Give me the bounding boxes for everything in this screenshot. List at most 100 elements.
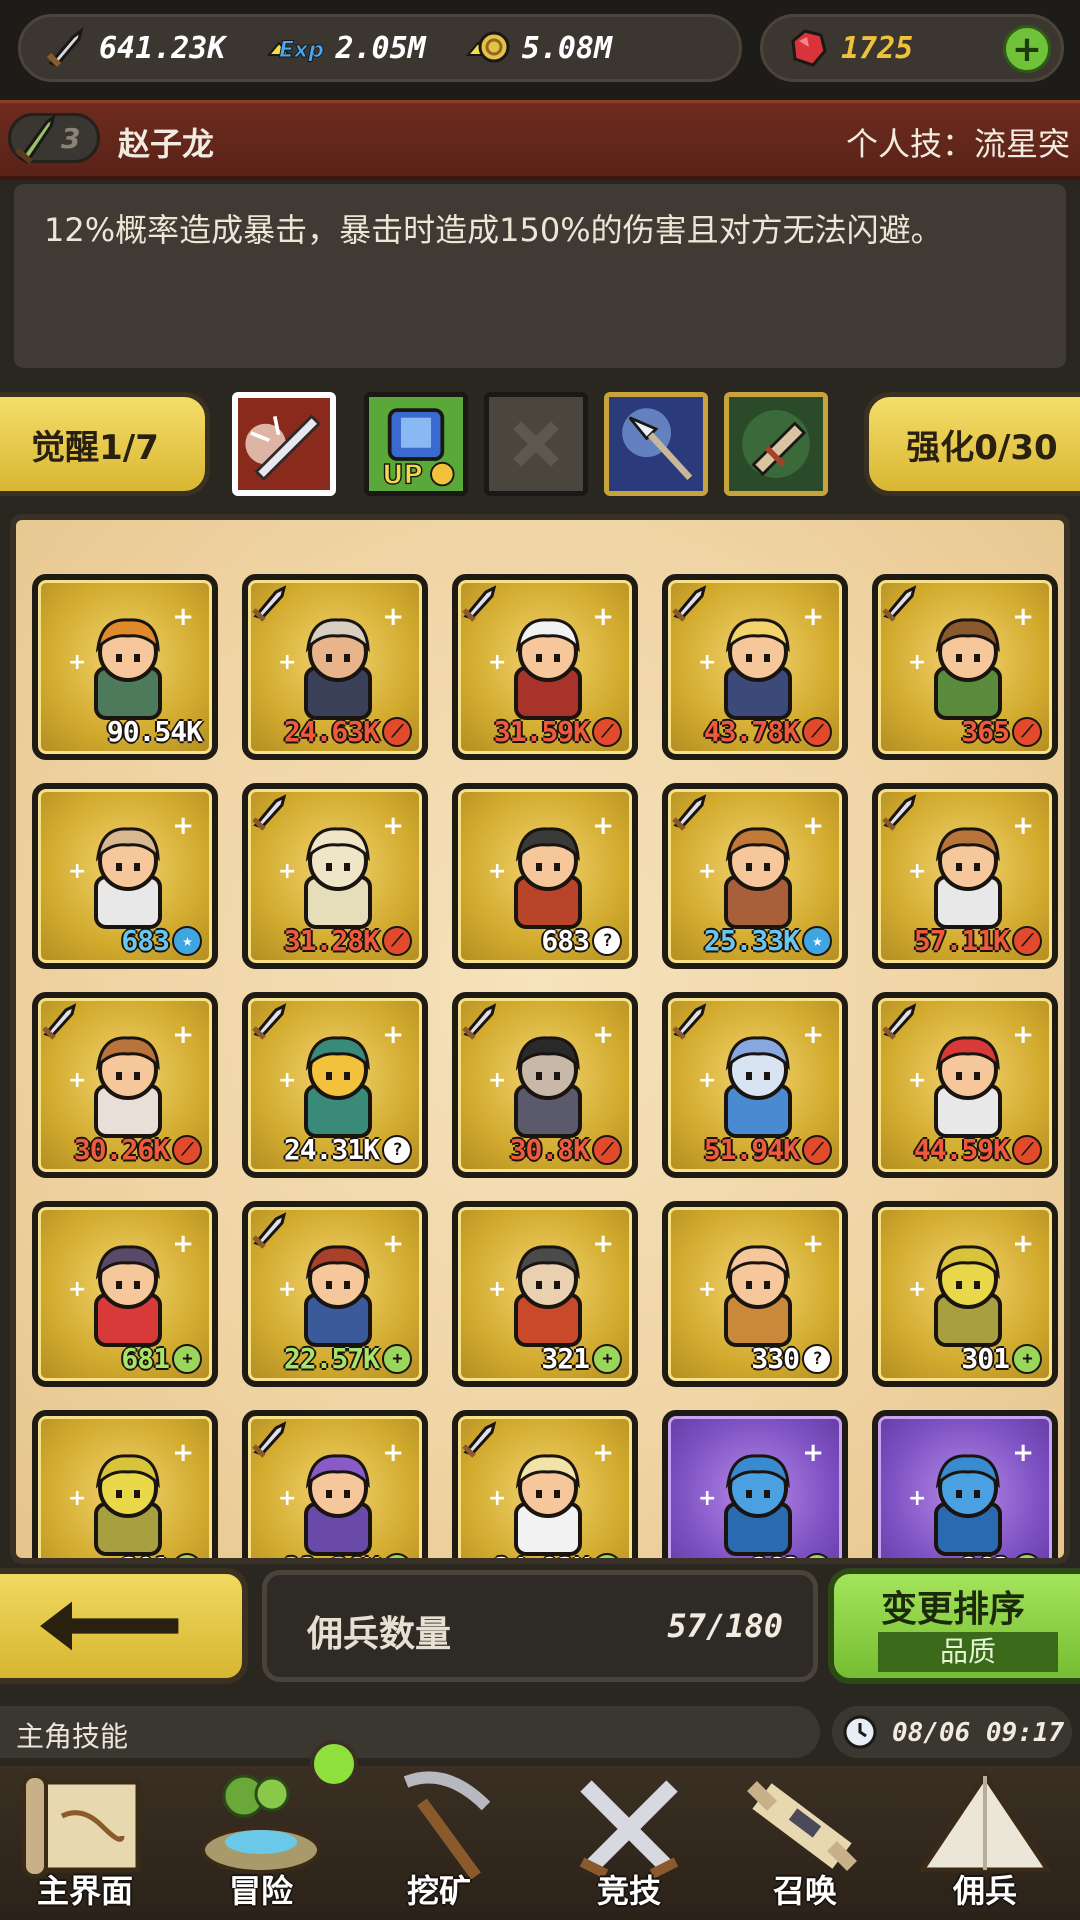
- hero-power: 301+: [121, 1551, 202, 1558]
- nav-mining[interactable]: 挖矿: [354, 1766, 524, 1920]
- hero-power: 681 +: [121, 1342, 202, 1375]
- nav-label: 佣兵: [952, 1872, 1017, 1910]
- back-arrow-icon: [40, 1601, 179, 1651]
- hero-card[interactable]: + +683 ★: [32, 783, 218, 969]
- hero-power: 24.63K ⟋: [284, 715, 412, 748]
- hero-card[interactable]: + +24.31K?: [242, 992, 428, 1178]
- gold-resource: 5.08M: [465, 25, 612, 71]
- hero-portrait: [304, 1454, 372, 1556]
- hero-card[interactable]: + +90.54K: [32, 574, 218, 760]
- plus-badge-icon: +: [382, 1552, 412, 1558]
- meteor-strike-icon: [238, 398, 330, 490]
- sword-badge-icon: ⟋: [592, 1134, 622, 1165]
- nav-label: 挖矿: [406, 1872, 471, 1910]
- skill-slot-meteor[interactable]: [232, 392, 336, 496]
- hero-power: 31.59K ⟋: [494, 715, 622, 748]
- hero-card[interactable]: + +44.59K ⟋: [872, 992, 1058, 1178]
- notification-dot: [310, 1740, 358, 1788]
- back-button[interactable]: [0, 1568, 248, 1684]
- sparkle-icon: +: [802, 602, 824, 632]
- hero-power-value: 321: [541, 1342, 590, 1375]
- hero-portrait: [724, 1036, 792, 1138]
- hero-card[interactable]: ++301+: [872, 1201, 1058, 1387]
- hero-card[interactable]: ++24.93K+: [452, 1410, 638, 1558]
- nav-label: 召唤: [772, 1872, 837, 1910]
- hero-portrait: [724, 1245, 792, 1347]
- hero-card[interactable]: ++22.36K+: [242, 1410, 428, 1558]
- hero-power-value: 683: [121, 924, 170, 957]
- hero-card[interactable]: + +31.28K ⟋: [242, 783, 428, 969]
- hero-power: 43.78K ⟋: [704, 715, 832, 748]
- hero-card[interactable]: + +683?: [452, 783, 638, 969]
- clock-time: 08/06 09:17: [892, 1718, 1065, 1748]
- clock-icon: [843, 1715, 877, 1749]
- sword-icon: [46, 27, 84, 68]
- plus-badge-icon: +: [172, 1343, 202, 1374]
- resource-group: 641.23K Exp 2.05M 5.08M: [18, 14, 742, 82]
- hero-power: 365 ⟋: [961, 715, 1042, 748]
- awaken-button[interactable]: 觉醒1/7: [0, 392, 210, 496]
- hero-card[interactable]: + +24.63K ⟋: [242, 574, 428, 760]
- nav-summon[interactable]: 召唤: [720, 1766, 890, 1920]
- q-badge-icon: ?: [802, 1343, 832, 1374]
- nav-main[interactable]: 主界面: [0, 1766, 170, 1920]
- add-gems-button[interactable]: +: [1003, 25, 1051, 73]
- hero-power: 44.59K ⟋: [914, 1133, 1042, 1166]
- hero-card[interactable]: + +31.59K ⟋: [452, 574, 638, 760]
- hero-card[interactable]: + +22.57K +: [242, 1201, 428, 1387]
- hero-power-value: 681: [121, 1342, 170, 1375]
- plus-badge-icon: +: [1012, 1552, 1042, 1558]
- hero-power: 30.8K ⟋: [510, 1133, 622, 1166]
- hero-name: 赵子龙: [118, 125, 215, 163]
- sword-badge-icon: ⟋: [172, 1134, 202, 1165]
- hero-card[interactable]: + +57.11K ⟋: [872, 783, 1058, 969]
- nav-adventure[interactable]: 冒险: [176, 1766, 346, 1920]
- sparkle-icon: +: [908, 650, 927, 675]
- hero-power-value: 30.26K: [73, 1133, 170, 1166]
- hero-card[interactable]: + +43.78K ⟋: [662, 574, 848, 760]
- hero-portrait: [304, 1245, 372, 1347]
- hero-power: 263+: [751, 1551, 832, 1558]
- bottom-nav: 主界面 冒险 挖矿 竞技 召唤 佣兵: [0, 1766, 1080, 1920]
- skill-slot-scroll[interactable]: [724, 392, 828, 496]
- skill-slot-empty[interactable]: [484, 392, 588, 496]
- hero-power: 301+: [961, 1342, 1042, 1375]
- sparkle-icon: +: [172, 1229, 194, 1259]
- hero-card[interactable]: ++263+: [662, 1410, 848, 1558]
- hero-portrait: [934, 1036, 1002, 1138]
- skill-slot-shield-up[interactable]: UP: [364, 392, 468, 496]
- sparkle-icon: +: [1012, 1020, 1034, 1050]
- sparkle-icon: +: [68, 859, 87, 884]
- hero-card[interactable]: ++301+: [32, 1410, 218, 1558]
- resource-bar: 641.23K Exp 2.05M 5.08M 1725 +: [0, 0, 1080, 100]
- nav-mercenary[interactable]: 佣兵: [900, 1766, 1070, 1920]
- empty-slot-x-icon: [513, 421, 559, 467]
- skill-level-badge: 3: [8, 113, 100, 165]
- change-sort-button[interactable]: 变更排序 品质: [828, 1568, 1080, 1684]
- chat-box[interactable]: 主角技能: [0, 1706, 820, 1758]
- skill-description: 12%概率造成暴击，暴击时造成150%的伤害且对方无法闪避。: [44, 211, 943, 249]
- sparkle-icon: +: [908, 859, 927, 884]
- sparkle-icon: +: [698, 650, 717, 675]
- hero-card[interactable]: + +30.8K ⟋: [452, 992, 638, 1178]
- hero-card[interactable]: + +51.94K ⟋: [662, 992, 848, 1178]
- hero-card[interactable]: + +330?: [662, 1201, 848, 1387]
- hero-portrait: [514, 618, 582, 720]
- hero-power-value: 263: [751, 1551, 800, 1558]
- enhance-button[interactable]: 强化0/30: [864, 392, 1080, 496]
- hero-power: 22.57K +: [284, 1342, 412, 1375]
- nav-arena[interactable]: 竞技: [544, 1766, 714, 1920]
- hero-power: 31.28K ⟋: [284, 924, 412, 957]
- hero-card[interactable]: + +321 +: [452, 1201, 638, 1387]
- scroll-bundle-icon: [729, 397, 823, 491]
- hero-power-value: 683: [541, 924, 590, 957]
- sparkle-icon: +: [382, 1229, 404, 1259]
- hero-power-value: 57.11K: [913, 924, 1010, 957]
- skill-slot-spear[interactable]: [604, 392, 708, 496]
- hero-card[interactable]: + +365 ⟋: [872, 574, 1058, 760]
- hero-portrait: [514, 1036, 582, 1138]
- hero-card[interactable]: ++263+: [872, 1410, 1058, 1558]
- hero-card[interactable]: + +681 +: [32, 1201, 218, 1387]
- hero-card[interactable]: + +30.26K ⟋: [32, 992, 218, 1178]
- hero-card[interactable]: + +25.33K ★: [662, 783, 848, 969]
